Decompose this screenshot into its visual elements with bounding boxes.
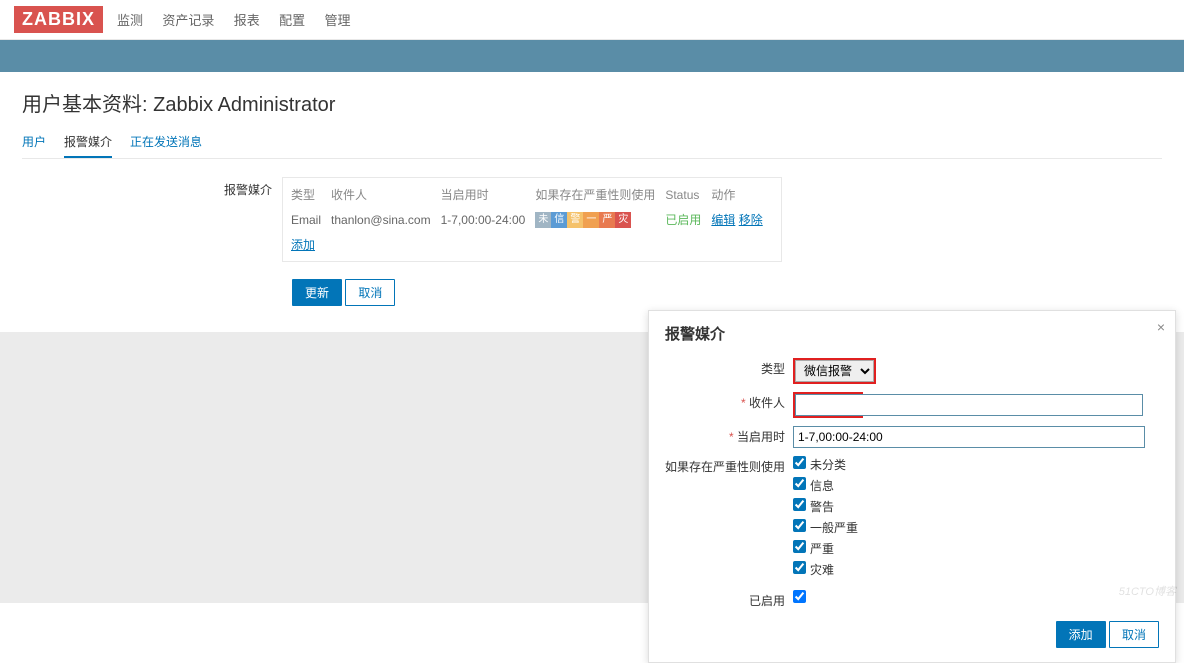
recipient-input[interactable]	[861, 394, 1143, 416]
nav-monitor[interactable]: 监测	[117, 13, 143, 28]
severity-option[interactable]: 严重	[793, 540, 1159, 557]
label-recipient: 收件人	[665, 392, 793, 411]
tabs: 用户 报警媒介 正在发送消息	[22, 133, 1162, 159]
severity-checkbox[interactable]	[793, 519, 806, 532]
col-active: 当启用时	[441, 182, 536, 207]
media-dialog: × 报警媒介 类型 微信报警 收件人 当启用时 如果存在严重性则使用 未分类信息…	[648, 310, 1176, 663]
dialog-add-button[interactable]: 添加	[1056, 621, 1106, 648]
severity-checkbox[interactable]	[793, 498, 806, 511]
edit-link[interactable]: 编辑	[711, 213, 735, 227]
severity-option[interactable]: 警告	[793, 498, 1159, 515]
cell-type: Email	[291, 207, 331, 232]
severity-pill: 严	[599, 212, 615, 228]
label-severity: 如果存在严重性则使用	[665, 456, 793, 475]
severity-checkbox[interactable]	[793, 561, 806, 574]
active-input[interactable]	[793, 426, 1145, 448]
label-type: 类型	[665, 358, 793, 377]
nav-reports[interactable]: 报表	[234, 13, 260, 28]
severity-pill: 信	[551, 212, 567, 228]
table-row: Email thanlon@sina.com 1-7,00:00-24:00 未…	[291, 207, 773, 232]
cancel-button[interactable]: 取消	[345, 279, 395, 306]
severity-pills: 未信警一严灾	[535, 212, 655, 228]
severity-option[interactable]: 信息	[793, 477, 1159, 494]
logo: ZABBIX	[14, 6, 103, 33]
col-recipient: 收件人	[331, 182, 441, 207]
severity-option[interactable]: 灾难	[793, 561, 1159, 578]
page-title: 用户基本资料: Zabbix Administrator	[22, 88, 1162, 117]
close-icon[interactable]: ×	[1157, 319, 1165, 335]
cell-active: 1-7,00:00-24:00	[441, 207, 536, 232]
col-type: 类型	[291, 182, 331, 207]
remove-link[interactable]: 移除	[739, 213, 763, 227]
severity-checkboxes: 未分类信息警告一般严重严重灾难	[793, 456, 1159, 582]
tab-user[interactable]: 用户	[22, 133, 46, 158]
cell-recipient: thanlon@sina.com	[331, 207, 441, 232]
update-button[interactable]: 更新	[292, 279, 342, 306]
tab-media[interactable]: 报警媒介	[64, 133, 112, 158]
severity-pill: 警	[567, 212, 583, 228]
watermark: 51CTO博客	[1119, 583, 1176, 599]
label-active: 当启用时	[665, 426, 793, 445]
label-enabled: 已启用	[665, 590, 793, 609]
severity-option[interactable]: 未分类	[793, 456, 1159, 473]
nav-admin[interactable]: 管理	[324, 13, 350, 28]
col-actions: 动作	[711, 182, 772, 207]
col-severity: 如果存在严重性则使用	[535, 182, 665, 207]
media-section-label: 报警媒介	[22, 177, 282, 265]
severity-checkbox[interactable]	[793, 477, 806, 490]
topbar: ZABBIX 监测 资产记录 报表 配置 管理	[0, 0, 1184, 40]
dialog-title: 报警媒介	[665, 323, 1159, 344]
status-badge: 已启用	[665, 213, 701, 227]
nav-assets[interactable]: 资产记录	[162, 13, 214, 28]
enabled-checkbox[interactable]	[793, 590, 806, 603]
type-highlight: 微信报警	[793, 358, 876, 384]
severity-checkbox[interactable]	[793, 456, 806, 469]
secondary-bar	[0, 40, 1184, 72]
severity-option[interactable]: 一般严重	[793, 519, 1159, 536]
nav-config[interactable]: 配置	[279, 13, 305, 28]
tab-sending[interactable]: 正在发送消息	[130, 133, 202, 158]
top-nav: 监测 资产记录 报表 配置 管理	[117, 10, 366, 29]
severity-pill: 灾	[615, 212, 631, 228]
media-box: 类型 收件人 当启用时 如果存在严重性则使用 Status 动作 Email t…	[282, 177, 782, 262]
severity-pill: 未	[535, 212, 551, 228]
dialog-cancel-button[interactable]: 取消	[1109, 621, 1159, 648]
recipient-input-highlight[interactable]	[795, 394, 861, 416]
recipient-highlight	[793, 392, 863, 418]
severity-pill: 一	[583, 212, 599, 228]
col-status: Status	[665, 182, 711, 207]
add-media-link[interactable]: 添加	[291, 238, 315, 252]
type-select[interactable]: 微信报警	[795, 360, 874, 382]
severity-checkbox[interactable]	[793, 540, 806, 553]
